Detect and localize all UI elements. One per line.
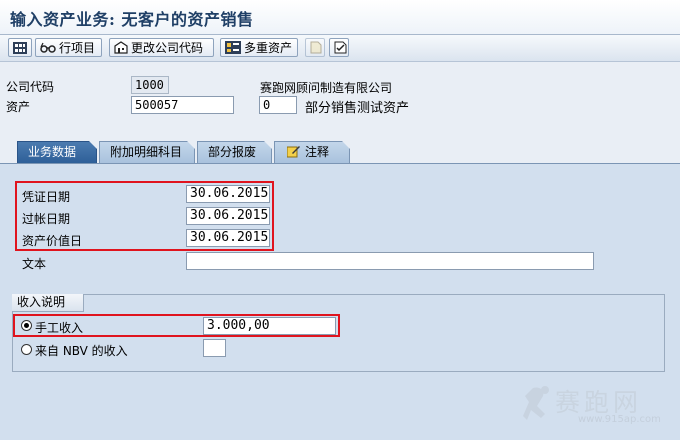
document-date-input[interactable]: 30.06.2015: [186, 185, 270, 203]
glasses-icon: [40, 42, 56, 54]
asset-value-date-label: 资产价值日: [22, 234, 83, 248]
document-check-icon: [334, 41, 347, 54]
nbv-revenue-checkbox[interactable]: [203, 339, 226, 357]
change-company-code-button[interactable]: 更改公司代码: [109, 38, 214, 57]
title-bar: 输入资产业务: 无客户的资产销售: [0, 0, 680, 35]
disabled-action-button[interactable]: [305, 38, 325, 57]
grid-icon: [13, 41, 27, 54]
tab-label: 部分报废: [208, 145, 257, 159]
document-icon: [310, 41, 322, 54]
asset-number-input[interactable]: 500057: [131, 96, 234, 114]
line-items-label: 行项目: [59, 41, 96, 55]
asset-subnumber-input[interactable]: 0: [259, 96, 297, 114]
runner-logo-icon: [521, 384, 555, 427]
posting-date-label: 过帐日期: [22, 212, 71, 226]
application-toolbar: 行项目 更改公司代码 多重资产: [0, 35, 680, 62]
posting-date-input[interactable]: 30.06.2015: [186, 207, 270, 225]
tab-partial-retirement[interactable]: 部分报废: [197, 141, 272, 163]
tab-label: 附加明细科目: [110, 145, 183, 159]
document-date-label: 凭证日期: [22, 190, 71, 204]
text-label: 文本: [22, 257, 47, 271]
page-title: 输入资产业务: 无客户的资产销售: [10, 10, 254, 29]
nbv-revenue-label: 来自 NBV 的收入: [35, 344, 128, 358]
simulate-button[interactable]: [329, 38, 349, 57]
multi-asset-icon: [225, 41, 241, 54]
tab-note[interactable]: 注释: [274, 141, 350, 163]
tab-label: 注释: [305, 145, 330, 159]
asset-description: 部分销售测试资产: [305, 101, 410, 116]
asset-value-date-input[interactable]: 30.06.2015: [186, 229, 270, 247]
multiple-assets-label: 多重资产: [244, 41, 293, 55]
revenue-group-title: 收入说明: [12, 294, 85, 312]
tab-label: 业务数据: [28, 145, 77, 159]
tab-transaction-data[interactable]: 业务数据: [17, 141, 97, 163]
building-icon: [114, 41, 128, 54]
change-company-code-label: 更改公司代码: [131, 41, 204, 55]
nbv-revenue-radio[interactable]: [21, 344, 32, 355]
multiple-assets-button[interactable]: 多重资产: [220, 38, 298, 57]
manual-revenue-label: 手工收入: [35, 321, 84, 335]
watermark: 赛跑网 www.915ap.com: [515, 380, 675, 435]
overview-button[interactable]: [8, 38, 32, 57]
manual-revenue-radio[interactable]: [21, 320, 32, 331]
manual-revenue-input[interactable]: 3.000,00: [203, 317, 336, 335]
asset-label: 资产: [6, 100, 31, 114]
tab-additional-details[interactable]: 附加明细科目: [99, 141, 195, 163]
company-code-label: 公司代码: [6, 80, 55, 94]
watermark-url: www.915ap.com: [578, 414, 661, 425]
text-input[interactable]: [186, 252, 594, 270]
line-items-button[interactable]: 行项目: [35, 38, 102, 57]
company-name: 赛跑网顾问制造有限公司: [260, 81, 393, 95]
company-code-field: 1000: [131, 76, 169, 94]
note-pencil-icon: [286, 144, 301, 165]
